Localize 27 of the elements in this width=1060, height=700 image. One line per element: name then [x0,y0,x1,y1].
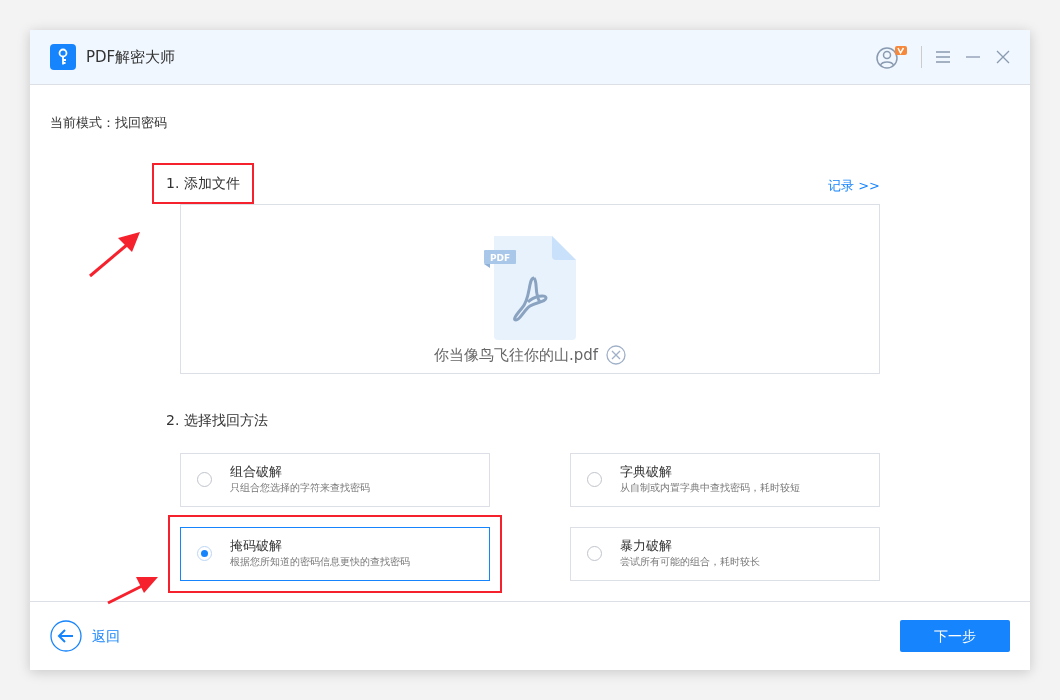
method-option[interactable]: 掩码破解 根据您所知道的密码信息更快的查找密码 [180,526,490,581]
option-description: 根据您所知道的密码信息更快的查找密码 [230,554,410,569]
window-title: PDF解密大师 [86,46,176,68]
history-link[interactable]: 记录 >> [828,176,880,196]
option-title: 掩码破解 [230,538,283,555]
method-option[interactable]: 暴力破解 尝试所有可能的组合，耗时较长 [570,526,880,581]
file-name: 你当像鸟飞往你的山.pdf [433,345,599,366]
section-heading: 1. 添加文件 [152,162,254,204]
close-icon[interactable] [996,50,1010,64]
option-title: 字典破解 [620,464,673,481]
section-heading: 2. 选择找回方法 [165,410,269,430]
user-avatar-icon[interactable] [875,44,907,70]
annotation-arrow [88,230,142,278]
mode-label: 当前模式：找回密码 [50,114,168,132]
back-button[interactable]: 返回 [50,620,120,652]
next-button[interactable]: 下一步 [900,620,1010,652]
method-option[interactable]: 组合破解 只组合您选择的字符来查找密码 [180,452,490,507]
method-option[interactable]: 字典破解 从自制或内置字典中查找密码，耗时较短 [570,452,880,507]
file-drop-area[interactable]: PDF 你当像鸟飞往你的山.pdf [180,203,880,374]
key-logo-icon [50,44,76,70]
option-description: 只组合您选择的字符来查找密码 [230,480,370,495]
option-description: 尝试所有可能的组合，耗时较长 [620,554,760,569]
menu-icon[interactable] [936,51,950,63]
option-title: 组合破解 [230,464,283,481]
option-title: 暴力破解 [620,538,673,555]
remove-icon[interactable] [606,345,627,366]
option-description: 从自制或内置字典中查找密码，耗时较短 [620,480,800,495]
